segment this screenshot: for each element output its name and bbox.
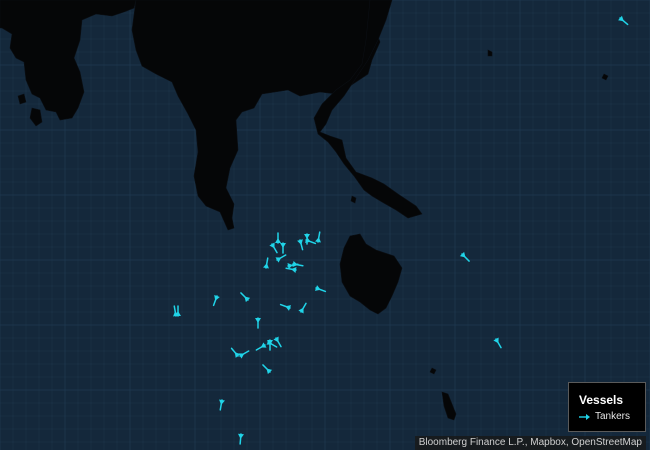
legend-item-label: Tankers (595, 411, 631, 422)
legend-title: Vessels (579, 393, 624, 407)
legend: Vessels Tankers (568, 382, 646, 432)
map-canvas[interactable] (0, 0, 650, 450)
arrow-icon (579, 413, 590, 420)
map-view[interactable]: Vessels Tankers Bloomberg Finance L.P., … (0, 0, 650, 450)
legend-item-tankers: Tankers (579, 411, 645, 422)
map-attribution[interactable]: Bloomberg Finance L.P., Mapbox, OpenStre… (414, 436, 646, 450)
